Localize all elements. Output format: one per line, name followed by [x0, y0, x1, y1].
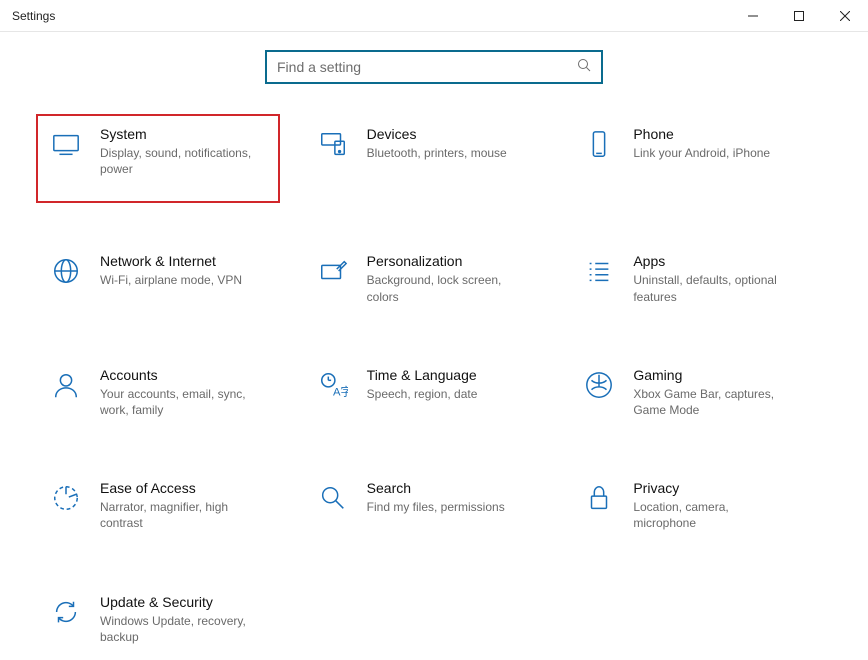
tile-search[interactable]: Search Find my files, permissions [309, 474, 549, 537]
tile-title: Search [367, 480, 541, 496]
tile-network[interactable]: Network & Internet Wi-Fi, airplane mode,… [42, 247, 282, 310]
tile-ease-of-access[interactable]: Ease of Access Narrator, magnifier, high… [42, 474, 282, 537]
tile-desc: Display, sound, notifications, power [100, 145, 260, 177]
tile-title: Phone [633, 126, 807, 142]
gaming-icon [583, 369, 615, 401]
tile-apps[interactable]: Apps Uninstall, defaults, optional featu… [575, 247, 815, 310]
tile-title: Network & Internet [100, 253, 274, 269]
devices-icon [317, 128, 349, 160]
window-controls [730, 0, 868, 31]
update-icon [50, 596, 82, 628]
phone-icon [583, 128, 615, 160]
tile-devices[interactable]: Devices Bluetooth, printers, mouse [309, 120, 549, 197]
tile-title: Privacy [633, 480, 807, 496]
tile-desc: Bluetooth, printers, mouse [367, 145, 527, 161]
search-box[interactable] [265, 50, 603, 84]
tile-desc: Find my files, permissions [367, 499, 527, 515]
apps-list-icon [583, 255, 615, 287]
tile-title: Gaming [633, 367, 807, 383]
close-icon [840, 11, 850, 21]
minimize-icon [748, 11, 758, 21]
tile-desc: Narrator, magnifier, high contrast [100, 499, 260, 531]
tile-title: Devices [367, 126, 541, 142]
tile-personalization[interactable]: Personalization Background, lock screen,… [309, 247, 549, 310]
paintbrush-icon [317, 255, 349, 287]
magnifier-icon [317, 482, 349, 514]
globe-icon [50, 255, 82, 287]
close-button[interactable] [822, 0, 868, 31]
time-language-icon: A字 [317, 369, 349, 401]
tile-title: System [100, 126, 266, 142]
maximize-icon [794, 11, 804, 21]
ease-of-access-icon [50, 482, 82, 514]
settings-grid: System Display, sound, notifications, po… [0, 120, 868, 651]
tile-desc: Uninstall, defaults, optional features [633, 272, 793, 304]
titlebar: Settings [0, 0, 868, 32]
tile-title: Accounts [100, 367, 274, 383]
tile-title: Time & Language [367, 367, 541, 383]
svg-text:A字: A字 [333, 384, 348, 398]
tile-desc: Xbox Game Bar, captures, Game Mode [633, 386, 793, 418]
tile-desc: Link your Android, iPhone [633, 145, 793, 161]
maximize-button[interactable] [776, 0, 822, 31]
tile-update-security[interactable]: Update & Security Windows Update, recove… [42, 588, 282, 651]
tile-title: Update & Security [100, 594, 274, 610]
tile-desc: Speech, region, date [367, 386, 527, 402]
search-container [0, 50, 868, 84]
tile-gaming[interactable]: Gaming Xbox Game Bar, captures, Game Mod… [575, 361, 815, 424]
search-icon [577, 58, 591, 77]
tile-title: Ease of Access [100, 480, 274, 496]
search-input[interactable] [277, 59, 577, 75]
tile-title: Apps [633, 253, 807, 269]
tile-system[interactable]: System Display, sound, notifications, po… [42, 120, 274, 197]
tile-desc: Background, lock screen, colors [367, 272, 527, 304]
tile-phone[interactable]: Phone Link your Android, iPhone [575, 120, 815, 197]
tile-desc: Wi-Fi, airplane mode, VPN [100, 272, 260, 288]
person-icon [50, 369, 82, 401]
window-title: Settings [12, 9, 55, 23]
minimize-button[interactable] [730, 0, 776, 31]
tile-desc: Location, camera, microphone [633, 499, 793, 531]
tile-privacy[interactable]: Privacy Location, camera, microphone [575, 474, 815, 537]
tile-title: Personalization [367, 253, 541, 269]
lock-icon [583, 482, 615, 514]
system-icon [50, 128, 82, 160]
tile-accounts[interactable]: Accounts Your accounts, email, sync, wor… [42, 361, 282, 424]
tile-time-language[interactable]: A字 Time & Language Speech, region, date [309, 361, 549, 424]
tile-desc: Your accounts, email, sync, work, family [100, 386, 260, 418]
tile-desc: Windows Update, recovery, backup [100, 613, 260, 645]
